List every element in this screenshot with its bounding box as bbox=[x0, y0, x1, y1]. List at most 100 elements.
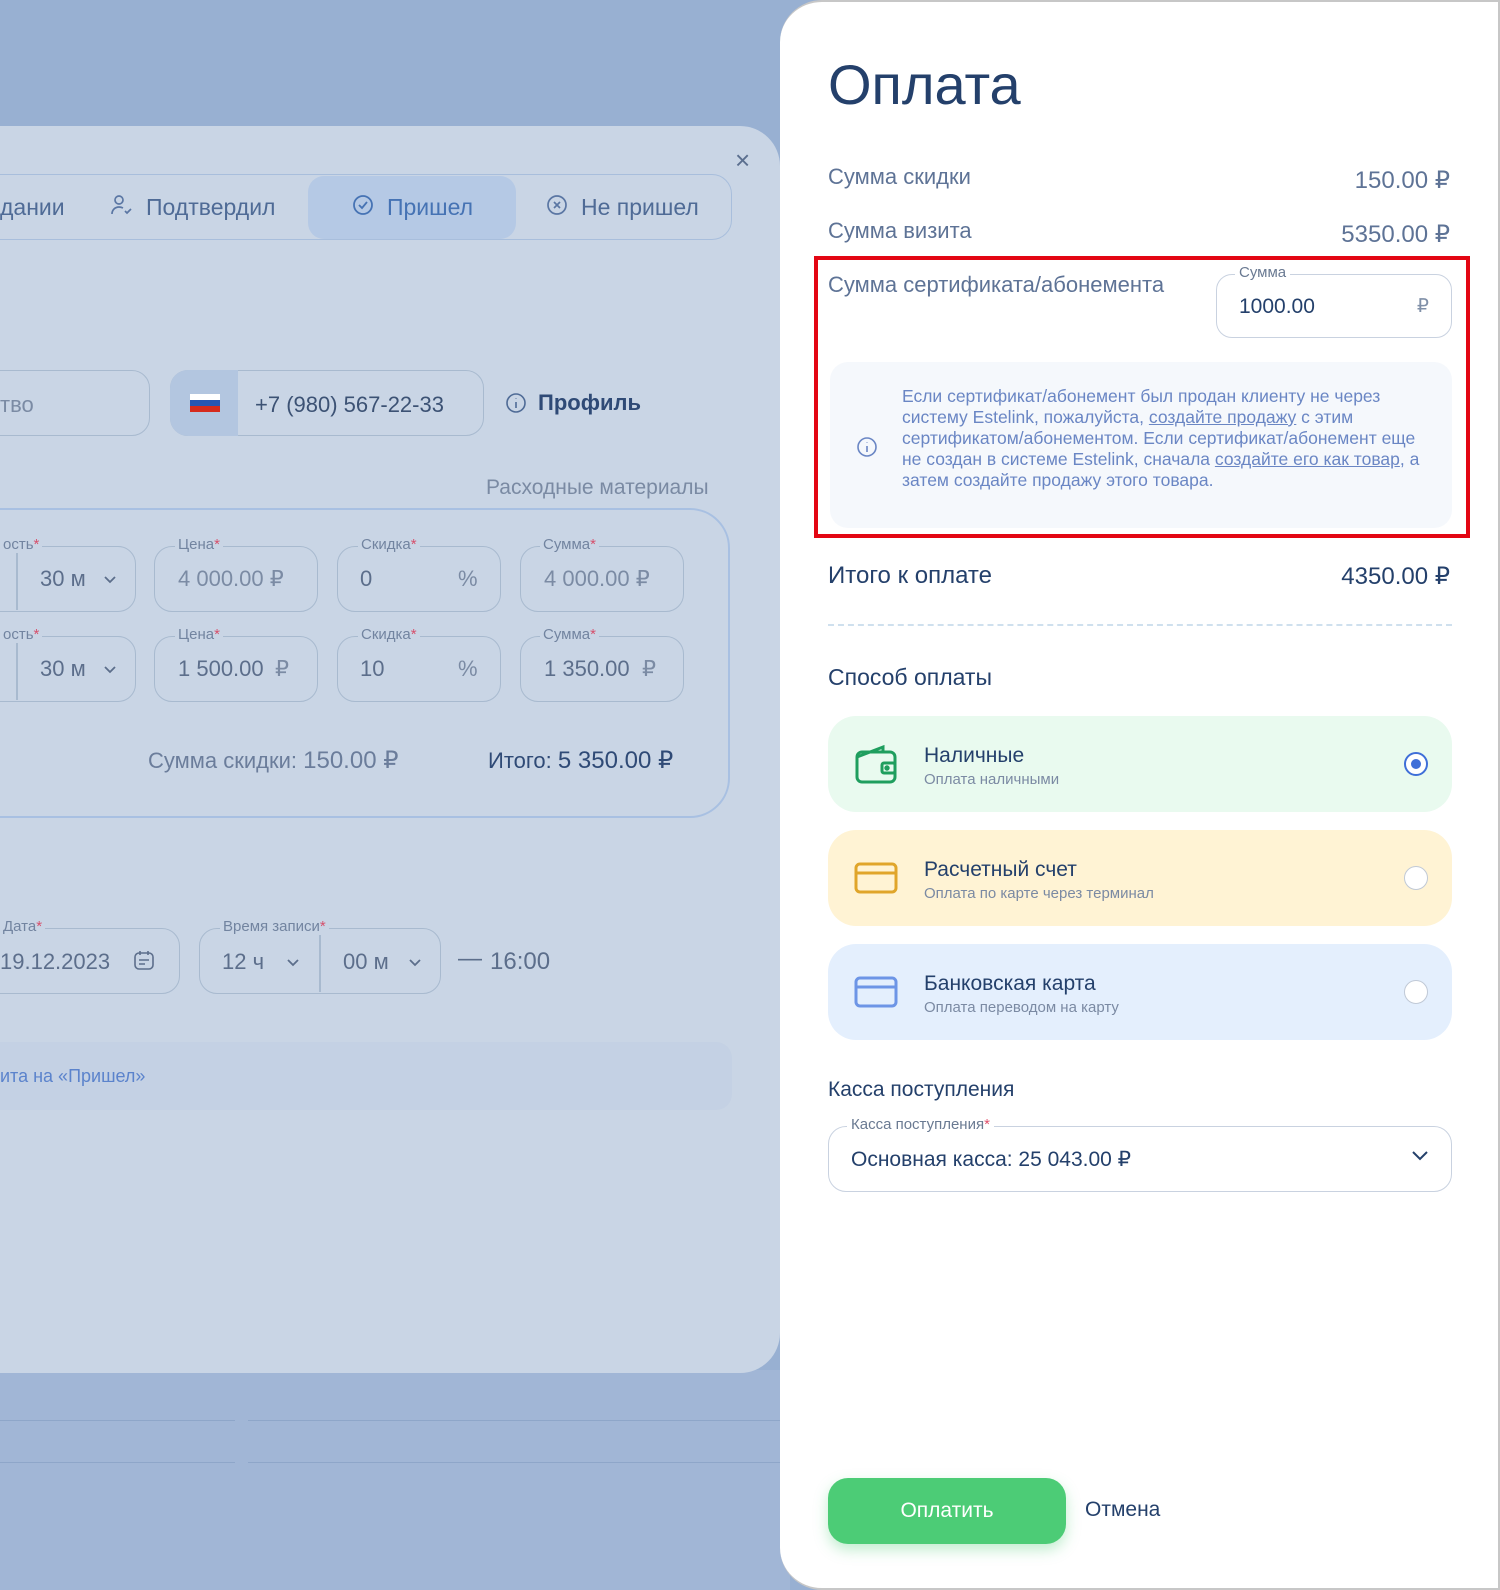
option-title: Расчетный счет bbox=[924, 858, 1077, 881]
radio-selected[interactable] bbox=[1404, 752, 1428, 776]
required-mark: * bbox=[410, 626, 417, 643]
sum-label: Сумма* bbox=[540, 626, 599, 643]
card-icon bbox=[854, 862, 898, 899]
duration-value: 30 м bbox=[40, 566, 86, 591]
background-bottom bbox=[0, 1370, 790, 1590]
certificate-input-label: Сумма bbox=[1235, 264, 1291, 281]
date-label-text: Дата bbox=[3, 918, 37, 935]
tab-label: Не пришел bbox=[581, 194, 699, 220]
total-value: 4350.00 ₽ bbox=[1341, 563, 1450, 590]
close-icon[interactable]: × bbox=[735, 147, 755, 173]
visit-sum-value: 5350.00 ₽ bbox=[1341, 221, 1450, 248]
sum-value: 1 350.00 bbox=[544, 656, 630, 681]
tab-confirmed[interactable]: Подтвердил bbox=[110, 176, 275, 239]
russia-flag-icon bbox=[190, 394, 220, 412]
percent-unit: % bbox=[458, 566, 478, 591]
sum-label-text: Сумма bbox=[543, 536, 591, 553]
duration-label: ость* bbox=[0, 626, 43, 643]
chevron-down-icon bbox=[286, 955, 300, 973]
required-mark: * bbox=[590, 536, 596, 553]
time-dash: — bbox=[458, 945, 482, 972]
required-mark: * bbox=[410, 536, 417, 553]
radio-unselected[interactable] bbox=[1404, 980, 1428, 1004]
x-circle-icon bbox=[545, 193, 581, 223]
certificate-input-value: 1000.00 bbox=[1239, 295, 1315, 318]
grand-total: Итого: 5 350.00 ₽ bbox=[488, 746, 673, 775]
tab-arrived[interactable]: Пришел bbox=[308, 176, 516, 239]
divider bbox=[0, 1462, 235, 1463]
cashbox-select[interactable]: Касса поступления* Основная касса: 25 04… bbox=[828, 1116, 1452, 1192]
discount-label-text: Скидка bbox=[361, 626, 411, 643]
discount-value: 10 bbox=[360, 656, 385, 681]
certificate-sum-input[interactable]: Сумма 1000.00 ₽ bbox=[1216, 264, 1452, 338]
required-mark: * bbox=[214, 626, 220, 643]
price-value: 4 000.00 ₽ bbox=[178, 566, 284, 591]
certificate-notice: Если сертификат/абонемент был продан кли… bbox=[830, 362, 1452, 528]
option-subtitle: Оплата по карте через терминал bbox=[924, 885, 1154, 902]
status-info-link[interactable]: ита на «Пришел» bbox=[0, 1066, 145, 1087]
price-label: Цена* bbox=[175, 536, 223, 553]
discount-total-label: Сумма скидки: bbox=[148, 748, 298, 773]
divider bbox=[0, 1420, 235, 1421]
percent-unit: % bbox=[458, 656, 478, 681]
discount-label-text: Скидка bbox=[361, 536, 411, 553]
price-label-text: Цена bbox=[178, 536, 215, 553]
option-subtitle: Оплата наличными bbox=[924, 771, 1060, 788]
payment-option-account[interactable]: Расчетный счет Оплата по карте через тер… bbox=[828, 830, 1452, 926]
date-label: Дата* bbox=[0, 918, 46, 935]
payment-option-cash[interactable]: Наличные Оплата наличными bbox=[828, 716, 1452, 812]
sum-value: 4 000.00 ₽ bbox=[544, 566, 650, 591]
currency-unit: ₽ bbox=[275, 656, 289, 681]
cancel-button[interactable]: Отмена bbox=[1085, 1498, 1160, 1522]
divider bbox=[248, 1462, 788, 1463]
discount-total-value: 150.00 ₽ bbox=[303, 747, 399, 774]
divider bbox=[248, 1420, 788, 1421]
duration-label-text: ость bbox=[3, 626, 34, 643]
discount-label: Скидка* bbox=[358, 626, 420, 643]
discount-value: 150.00 ₽ bbox=[1354, 167, 1450, 194]
tab-no-show[interactable]: Не пришел bbox=[545, 176, 699, 239]
currency-unit: ₽ bbox=[642, 656, 656, 681]
duration-label: ость* bbox=[0, 536, 43, 553]
create-sale-link[interactable]: создайте продажу bbox=[1149, 407, 1296, 427]
sum-label-text: Сумма bbox=[543, 626, 591, 643]
duration-value: 30 м bbox=[40, 656, 86, 681]
cashbox-title: Касса поступления bbox=[828, 1078, 1015, 1101]
total-label: Итого к оплате bbox=[828, 562, 992, 589]
panel-title: Оплата bbox=[828, 53, 1021, 116]
hours-value: 12 ч bbox=[222, 949, 265, 974]
tab-pending[interactable]: дании bbox=[0, 176, 65, 239]
user-check-icon bbox=[110, 193, 146, 223]
visit-sum-label: Сумма визита bbox=[828, 218, 972, 243]
grand-total-value: 5 350.00 ₽ bbox=[557, 747, 674, 774]
minutes-value: 00 м bbox=[343, 949, 389, 974]
cashbox-value: Основная касса: 25 043.00 ₽ bbox=[851, 1148, 1132, 1171]
owner-placeholder: тво bbox=[0, 392, 34, 417]
chevron-down-icon bbox=[408, 955, 422, 973]
phone-value: +7 (980) 567-22-33 bbox=[255, 392, 444, 417]
discount-value: 0 bbox=[360, 566, 373, 591]
country-selector[interactable] bbox=[170, 370, 238, 436]
pay-button[interactable]: Оплатить bbox=[828, 1478, 1066, 1544]
required-mark: * bbox=[590, 626, 596, 643]
profile-link[interactable]: Профиль bbox=[538, 390, 641, 416]
materials-link[interactable]: Расходные материалы bbox=[486, 476, 709, 500]
payment-option-bank-card[interactable]: Банковская карта Оплата переводом на кар… bbox=[828, 944, 1452, 1040]
radio-unselected[interactable] bbox=[1404, 866, 1428, 890]
required-mark: * bbox=[984, 1116, 990, 1133]
required-mark: * bbox=[33, 626, 40, 643]
chevron-down-icon bbox=[103, 662, 117, 680]
required-mark: * bbox=[214, 536, 220, 553]
tab-label: дании bbox=[0, 194, 65, 220]
option-title: Наличные bbox=[924, 744, 1025, 767]
create-product-link[interactable]: создайте его как товар bbox=[1215, 449, 1400, 469]
dashed-divider bbox=[828, 624, 1452, 626]
tab-label: Подтвердил bbox=[146, 194, 276, 220]
divider bbox=[319, 930, 321, 992]
payment-panel: Оплата Сумма скидки 150.00 ₽ Сумма визит… bbox=[780, 0, 1500, 1590]
date-value: 19.12.2023 bbox=[0, 949, 111, 974]
required-mark: * bbox=[36, 918, 43, 935]
option-title: Банковская карта bbox=[924, 972, 1096, 995]
divider bbox=[16, 548, 18, 610]
certificate-sum-label: Сумма сертификата/абонемента bbox=[828, 272, 1165, 297]
